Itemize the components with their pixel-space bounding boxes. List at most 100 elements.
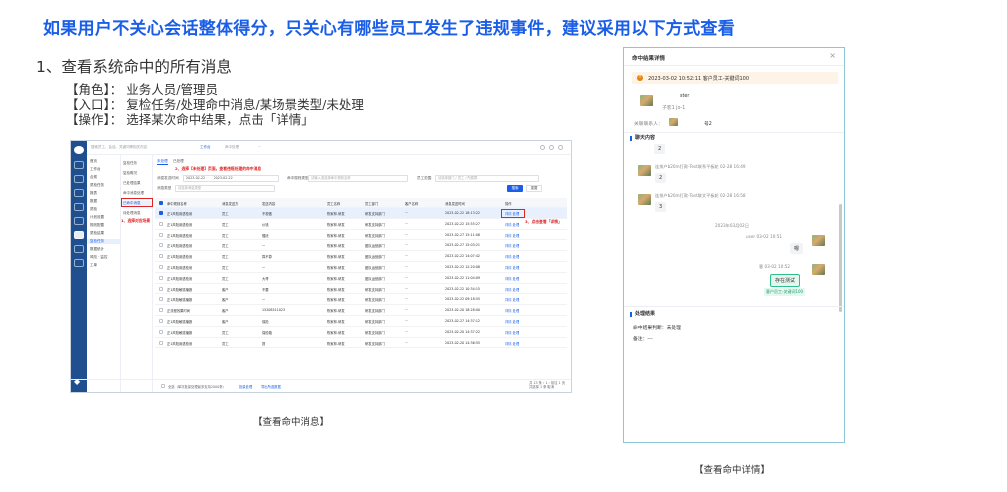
report-icon[interactable]: [74, 217, 84, 225]
avatar[interactable]: [74, 146, 84, 154]
row-actions[interactable]: 详情 处理: [505, 297, 519, 302]
table-cell: ···: [405, 211, 409, 215]
row-actions[interactable]: 详情 处理: [505, 233, 519, 238]
subnav-item[interactable]: 复检概况: [123, 171, 137, 176]
table-row[interactable]: 正1风险用语检测 员工 算不算 陈家林-研发 团队运营部门 ··· 2023-02-22 1…: [155, 251, 567, 262]
nav-item[interactable]: 首页: [90, 159, 97, 164]
row-actions[interactable]: 详情 处理: [505, 222, 519, 227]
row-checkbox[interactable]: [159, 264, 163, 269]
table-row[interactable]: 正1风险用语检测 员工 大哥 陈家林-研发 团队运营部门 ··· 2023-02-22 11…: [155, 273, 567, 284]
result-status: 命中结果判断：未处理: [633, 326, 681, 331]
row-actions[interactable]: 详情 处理: [505, 276, 519, 281]
task-icon[interactable]: [74, 203, 84, 211]
row-actions[interactable]: 详情 处理: [505, 243, 519, 248]
row-checkbox[interactable]: [159, 308, 163, 313]
row-checkbox[interactable]: [159, 221, 163, 226]
user-icon[interactable]: [558, 145, 563, 150]
nav-item[interactable]: 计划设置: [90, 215, 104, 220]
top-tab-2[interactable]: 命中处理: [222, 145, 242, 150]
reset-button[interactable]: 重置: [526, 185, 542, 192]
more-icon[interactable]: [74, 259, 84, 267]
col-header: 客户名称: [405, 202, 419, 206]
table-row[interactable]: 正1风险敏感播报 客户 保险 陈家林-研发 研发支持部门 ··· 2023-02-27 14…: [155, 316, 567, 327]
table-row[interactable]: 正1风险用语检测 员工 价钱 陈家林-研发 研发支持部门 ··· 2023-02-22 15…: [155, 219, 567, 230]
batch-process-button[interactable]: 批量处理: [239, 384, 252, 389]
row-checkbox[interactable]: [159, 243, 163, 248]
nav-item[interactable]: 风险 · 监控: [90, 255, 107, 260]
nav-item[interactable]: 规则配置: [90, 223, 104, 228]
compliance-icon[interactable]: [74, 189, 84, 197]
nav-item[interactable]: 数据: [90, 199, 97, 204]
nav-item[interactable]: 工单: [90, 263, 97, 268]
nav-item[interactable]: 报表: [90, 191, 97, 196]
select-all-checkbox[interactable]: [159, 201, 163, 205]
table-row[interactable]: 正1风险敏感播报 员工 保险箱 陈家林-研发 研发支持部门 ··· 2023-02-20 1…: [155, 327, 567, 338]
role-value: 业务人员/管理员: [126, 82, 218, 97]
entry-line: 【入口】： 复检任务/处理命中消息/某场景类型/未处理: [66, 97, 364, 112]
entry-label: 【入口】：: [66, 97, 123, 112]
close-icon[interactable]: ×: [829, 52, 836, 60]
col-header: 操作: [505, 202, 512, 206]
table-row[interactable]: 正1风险用语检测 员工 一 陈家林-研发 团队运营部门 ··· 2023-02-27 15:…: [155, 240, 567, 252]
nav-item[interactable]: 合规: [90, 175, 97, 180]
top-tab-1[interactable]: 工作台: [197, 145, 214, 150]
row-actions[interactable]: 详情 处理: [505, 254, 519, 259]
top-tab-3[interactable]: ···: [255, 145, 264, 149]
row-checkbox[interactable]: [159, 318, 163, 323]
subnav-item[interactable]: 复检任务: [123, 161, 137, 166]
row-checkbox[interactable]: [159, 211, 163, 215]
table-cell: 陈家林-研发: [327, 255, 345, 260]
row-checkbox[interactable]: [159, 340, 163, 345]
nav-item[interactable]: 质检结果: [90, 231, 104, 236]
settings-icon[interactable]: [74, 245, 84, 253]
nav-item[interactable]: 工作台: [90, 167, 101, 172]
scrollbar[interactable]: [839, 204, 842, 312]
subnav-item[interactable]: 待处理消息: [123, 211, 141, 216]
type-select[interactable]: 请选择消息类型: [175, 185, 275, 192]
table-cell: 一: [262, 298, 266, 303]
search-button[interactable]: 搜索: [507, 185, 523, 192]
table-cell: 正1风险敏感播报: [167, 287, 193, 292]
export-button[interactable]: 导出所选数据: [261, 384, 281, 389]
row-actions[interactable]: 详情 处理: [505, 265, 519, 270]
row-actions[interactable]: 详情 处理: [505, 319, 519, 324]
tab-processed[interactable]: 已处理: [173, 159, 184, 164]
nav-item[interactable]: 数据统计: [90, 247, 104, 252]
scene-select[interactable]: 请输入或选择命中规则名称: [308, 175, 408, 182]
nav-item-active[interactable]: 复检任务: [87, 239, 121, 244]
workbench-icon[interactable]: [74, 175, 84, 183]
row-checkbox[interactable]: [159, 329, 163, 334]
quality-check-icon[interactable]: [74, 231, 84, 239]
row-checkbox[interactable]: [159, 254, 163, 259]
row-checkbox[interactable]: [159, 286, 163, 291]
subnav-item[interactable]: 已处理结果: [123, 181, 141, 186]
alert-text: 2023-03-02 10:52:11 客户员工-关键词100: [648, 76, 750, 82]
home-icon[interactable]: [74, 161, 84, 169]
dept-select[interactable]: 请选择部门 / 员工 / 所属群: [435, 175, 539, 182]
table-row[interactable]: 正流程效果时间 客户 15208511023 陈家林-研发 研发支持部门 ··· 2023-…: [155, 305, 567, 316]
nav-item[interactable]: 质检任务: [90, 183, 104, 188]
result-section-title: 处理结果: [630, 312, 655, 317]
tab-unprocessed[interactable]: 未处理: [157, 159, 168, 165]
table-row[interactable]: 正1风险用语检测 员工 一 陈家林-研发 团队运营部门 ··· 2023-02-22 12:…: [155, 262, 567, 273]
row-checkbox[interactable]: [159, 275, 163, 280]
row-actions[interactable]: 详情 处理: [505, 287, 519, 292]
row-actions[interactable]: 详情 处理: [505, 308, 519, 313]
help-icon[interactable]: [549, 145, 554, 150]
table-row[interactable]: 正1风险敏感播报 客户 一 陈家林-研发 研发支持部门 ··· 2023-02-22 09:…: [155, 294, 567, 306]
row-actions[interactable]: 详情 处理: [505, 330, 519, 335]
nav-item[interactable]: 质检: [90, 207, 97, 212]
table-row[interactable]: 正1风险用语检测 员工 骚扰 陈家林-研发 研发支持部门 ··· 2023-02-27 15…: [155, 230, 567, 241]
subnav-item[interactable]: 命中消息处理: [123, 191, 144, 196]
table-cell: 陈家林-研发: [327, 341, 345, 346]
time-range-input[interactable]: 2023-02-22 2023-02-22: [183, 175, 279, 182]
system-time: 2023年03月02日: [715, 223, 749, 228]
table-row[interactable]: 正1风险敏感播报 客户 不要 陈家林-研发 研发支持部门 ··· 2023-02-22 10…: [155, 284, 567, 295]
row-checkbox[interactable]: [159, 232, 163, 237]
row-checkbox[interactable]: [159, 297, 163, 302]
table-row[interactable]: 正1风险用语检测 员工 提 陈家林-研发 研发支持部门 ··· 2023-02-20 14:…: [155, 338, 567, 349]
footer-select-checkbox[interactable]: [161, 384, 165, 388]
row-actions[interactable]: 详情 处理: [505, 341, 519, 346]
notification-icon[interactable]: [540, 145, 545, 150]
global-search-input[interactable]: 搜索员工、会话、关键词等相关内容: [91, 145, 147, 150]
